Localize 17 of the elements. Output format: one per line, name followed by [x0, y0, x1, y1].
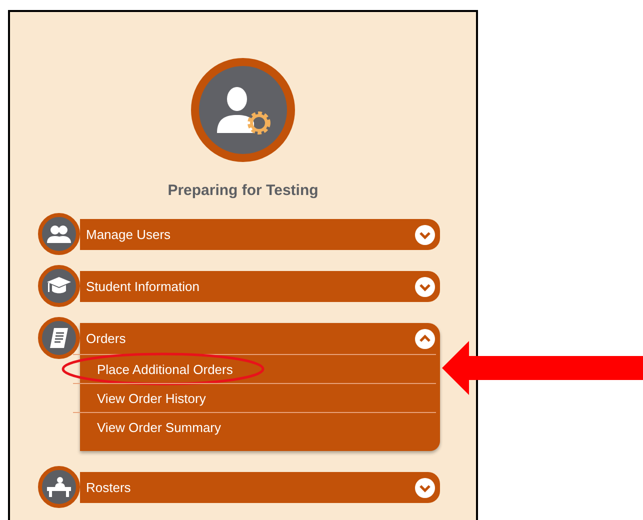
section-header[interactable]: Rosters: [80, 472, 440, 503]
submenu-item[interactable]: View Order Summary: [73, 412, 436, 441]
section-header[interactable]: Manage Users: [80, 219, 440, 250]
classroom-icon: [46, 476, 72, 498]
users-icon: [47, 224, 71, 244]
chevron-down-icon: [414, 476, 436, 498]
chevron-down-icon: [414, 224, 436, 246]
section-header[interactable]: Student Information: [80, 271, 440, 302]
submenu-item[interactable]: Place Additional Orders: [73, 354, 436, 383]
user-settings-icon: [215, 85, 271, 135]
chevron-up-icon: [414, 328, 436, 350]
section-header[interactable]: Orders: [80, 323, 440, 354]
graduation-cap-icon: [46, 276, 72, 296]
document-icon: [49, 327, 69, 349]
chevron-down-icon: [414, 276, 436, 298]
page-title: Preparing for Testing: [168, 182, 318, 199]
submenu-item[interactable]: View Order History: [73, 383, 436, 412]
